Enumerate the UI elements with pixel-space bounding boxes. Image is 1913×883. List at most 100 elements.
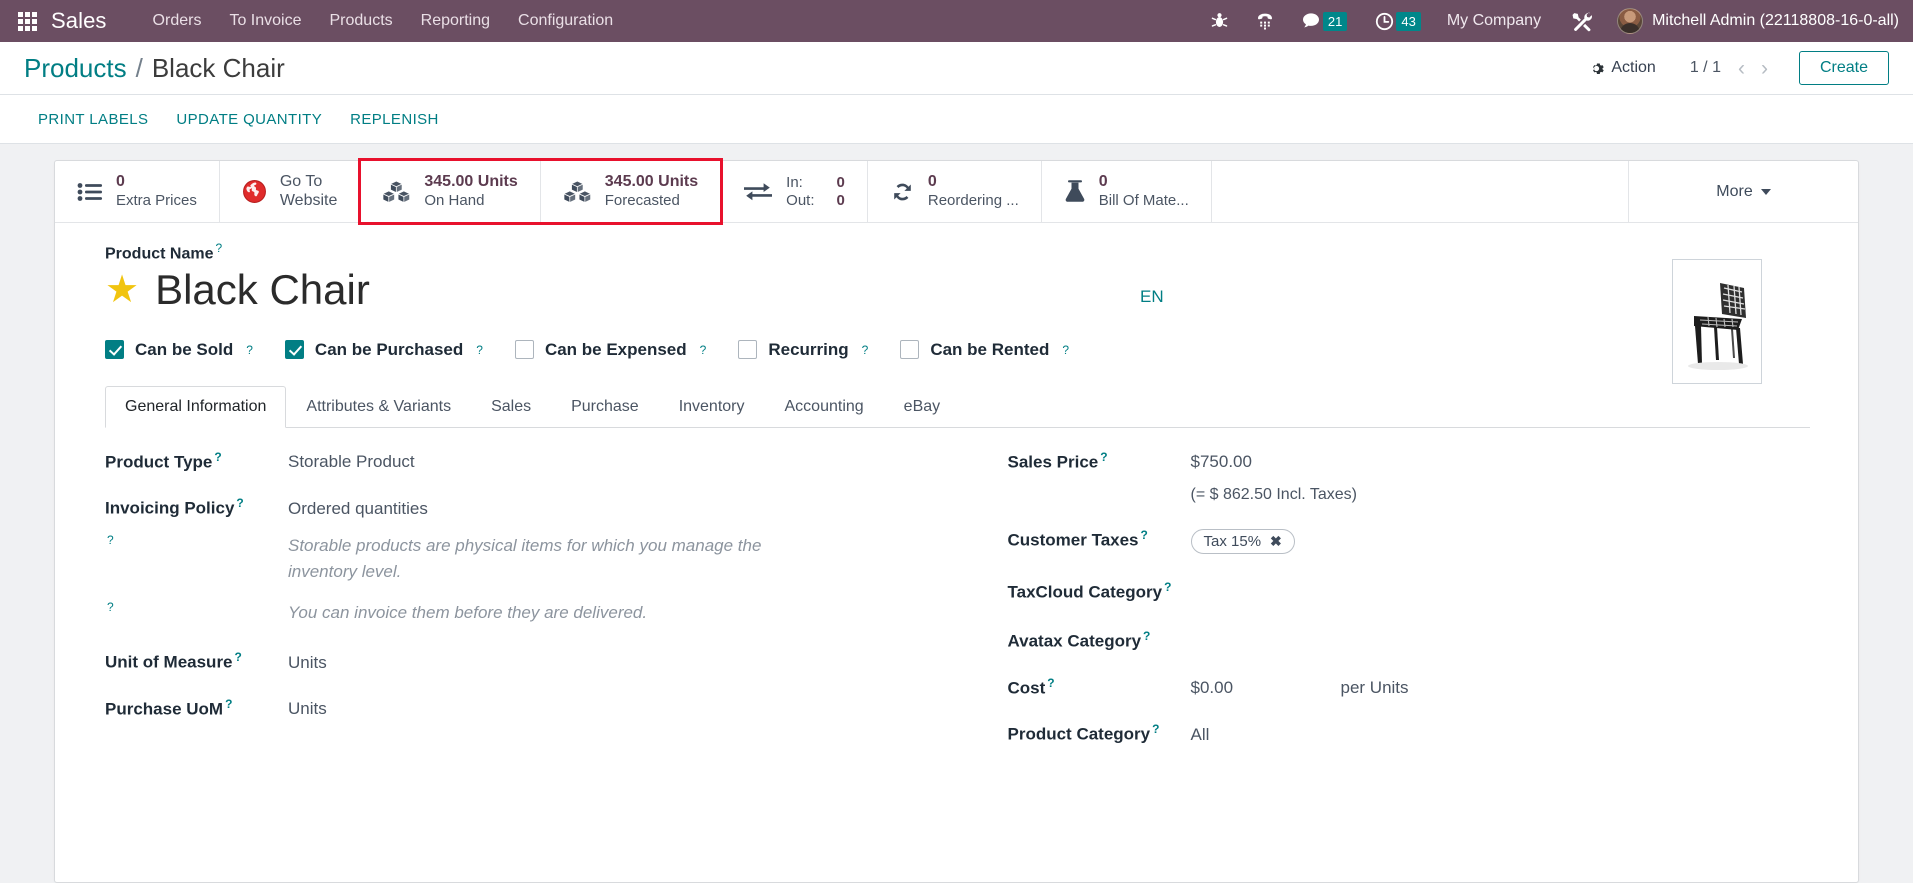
help-icon[interactable]: ? <box>235 650 242 664</box>
on-hand-value: 345.00 Units <box>424 173 518 191</box>
help-icon[interactable]: ? <box>1047 676 1054 690</box>
note-invoice-before-delivery: ? You can invoice them before they are d… <box>105 600 908 626</box>
help-icon[interactable]: ? <box>1062 343 1069 357</box>
menu-to-invoice[interactable]: To Invoice <box>215 6 315 36</box>
stat-button-more[interactable]: More <box>1628 161 1858 222</box>
help-icon[interactable]: ? <box>1152 722 1159 736</box>
can-be-sold-checkbox[interactable] <box>105 340 124 360</box>
action-label: Action <box>1611 59 1656 76</box>
tab-attributes-variants[interactable]: Attributes & Variants <box>286 386 471 428</box>
help-icon[interactable]: ? <box>107 600 114 614</box>
in-out-values: In: 0 Out: 0 <box>786 174 845 209</box>
pager-next-button[interactable]: › <box>1756 58 1773 79</box>
invoicing-policy-value[interactable]: Ordered quantities <box>288 499 908 519</box>
action-menu-button[interactable]: Action <box>1579 55 1665 81</box>
can-be-expensed-checkbox[interactable] <box>514 340 534 360</box>
help-icon[interactable]: ? <box>214 450 221 464</box>
dialpad-icon[interactable] <box>1242 12 1288 30</box>
control-panel-actions: Action 1 / 1 ‹ › Create <box>1579 51 1889 85</box>
product-category-value[interactable]: All <box>1191 725 1811 745</box>
wrench-screwdriver-icon[interactable] <box>1557 10 1607 32</box>
stat-button-bill-of-materials[interactable]: 0 Bill Of Mate... <box>1042 161 1212 222</box>
sales-price-value[interactable]: $750.00 <box>1191 452 1811 472</box>
purchase-uom-label: Purchase UoM <box>105 699 224 719</box>
invoicing-policy-label: Invoicing Policy <box>105 498 235 518</box>
user-name: Mitchell Admin (22118808-16-0-all) <box>1652 12 1899 29</box>
print-labels-button[interactable]: PRINT LABELS <box>24 105 162 134</box>
tax-tag[interactable]: Tax 15% ✖ <box>1190 528 1295 554</box>
product-image[interactable] <box>1672 259 1762 384</box>
tax-tag-remove-icon[interactable]: ✖ <box>1270 533 1282 550</box>
product-category-label-cell: Product Category? <box>1008 722 1191 745</box>
pager-previous-button[interactable]: ‹ <box>1733 58 1750 79</box>
help-icon[interactable]: ? <box>236 496 243 510</box>
tab-accounting[interactable]: Accounting <box>765 386 884 428</box>
breadcrumb-products[interactable]: Products <box>24 53 127 84</box>
language-badge-en[interactable]: EN <box>1140 287 1164 307</box>
tab-general-information[interactable]: General Information <box>105 385 287 428</box>
stat-button-reordering-rules[interactable]: 0 Reordering ... <box>868 161 1042 222</box>
user-menu[interactable]: Mitchell Admin (22118808-16-0-all) <box>1607 8 1899 34</box>
on-hand-label: On Hand <box>424 192 485 210</box>
bug-icon[interactable] <box>1197 12 1242 30</box>
menu-products[interactable]: Products <box>316 6 407 36</box>
cost-value[interactable]: $0.00 <box>1191 678 1341 698</box>
breadcrumb-separator: / <box>135 52 143 83</box>
stat-button-forecasted[interactable]: 345.00 Units Forecasted <box>541 160 722 223</box>
app-brand-sales[interactable]: Sales <box>51 8 107 34</box>
help-icon[interactable]: ? <box>225 697 232 711</box>
purchase-uom-value[interactable]: Units <box>288 699 908 719</box>
help-icon[interactable]: ? <box>700 343 707 357</box>
menu-orders[interactable]: Orders <box>139 6 216 36</box>
customer-taxes-value[interactable]: Tax 15% ✖ <box>1190 528 1811 554</box>
apps-grid-icon[interactable] <box>18 11 37 31</box>
tab-sales[interactable]: Sales <box>471 386 551 428</box>
help-icon[interactable]: ? <box>1143 629 1150 643</box>
menu-reporting[interactable]: Reporting <box>407 6 504 36</box>
help-icon[interactable]: ? <box>476 343 483 357</box>
help-icon[interactable]: ? <box>1100 450 1107 464</box>
can-be-purchased-checkbox[interactable] <box>284 340 304 360</box>
favorite-star-icon[interactable]: ★ <box>105 271 139 309</box>
help-icon[interactable]: ? <box>1141 528 1148 542</box>
pager: 1 / 1 ‹ › <box>1690 58 1773 79</box>
create-button[interactable]: Create <box>1798 51 1889 85</box>
avatax-category-value[interactable] <box>1191 627 1811 647</box>
company-switcher[interactable]: My Company <box>1435 12 1557 30</box>
messages-icon[interactable]: 21 <box>1288 11 1361 31</box>
product-type-value[interactable]: Storable Product <box>288 452 908 472</box>
product-type-label-cell: Product Type? <box>105 450 288 473</box>
uom-value[interactable]: Units <box>288 653 908 673</box>
recurring-checkbox[interactable] <box>738 340 758 360</box>
stat-button-in-out[interactable]: In: 0 Out: 0 <box>721 161 868 222</box>
sales-price-incl-taxes: (= $ 862.50 Incl. Taxes) <box>1190 486 1357 504</box>
help-icon[interactable]: ? <box>1164 580 1171 594</box>
help-icon[interactable]: ? <box>215 241 222 255</box>
product-name-value[interactable]: Black Chair <box>155 267 370 313</box>
uom-label: Unit of Measure <box>105 652 233 672</box>
can-be-rented-checkbox[interactable] <box>900 340 920 360</box>
taxcloud-category-label-cell: TaxCloud Category? <box>1008 580 1191 603</box>
uom-label-cell: Unit of Measure? <box>105 650 288 673</box>
tab-ebay[interactable]: eBay <box>884 386 960 428</box>
stat-button-on-hand[interactable]: 345.00 Units On Hand <box>360 160 541 223</box>
update-quantity-button[interactable]: UPDATE QUANTITY <box>162 105 336 134</box>
checkbox-item-can-be-expensed: Can be Expensed? <box>514 340 707 360</box>
stat-button-go-to-website[interactable]: Go To Website <box>220 161 361 222</box>
note-2-text: You can invoice them before they are del… <box>288 602 648 622</box>
tax-tag-label: Tax 15% <box>1203 532 1262 550</box>
help-icon[interactable]: ? <box>246 343 253 357</box>
tab-purchase[interactable]: Purchase <box>551 386 659 428</box>
stat-button-extra-prices[interactable]: 0 Extra Prices <box>55 161 220 222</box>
field-invoicing-policy: Invoicing Policy? Ordered quantities <box>105 496 908 519</box>
taxcloud-category-value[interactable] <box>1191 578 1811 598</box>
menu-configuration[interactable]: Configuration <box>504 6 627 36</box>
note-1-text: Storable products are physical items for… <box>288 535 762 582</box>
go-to-website-line1: Go To <box>279 172 323 190</box>
replenish-button[interactable]: REPLENISH <box>336 105 453 134</box>
help-icon[interactable]: ? <box>862 343 869 357</box>
form-sheet: 0 Extra Prices Go To Website 345.00 Unit… <box>54 158 1859 883</box>
help-icon[interactable]: ? <box>107 533 114 547</box>
tab-inventory[interactable]: Inventory <box>659 386 765 428</box>
activities-clock-icon[interactable]: 43 <box>1361 11 1434 31</box>
